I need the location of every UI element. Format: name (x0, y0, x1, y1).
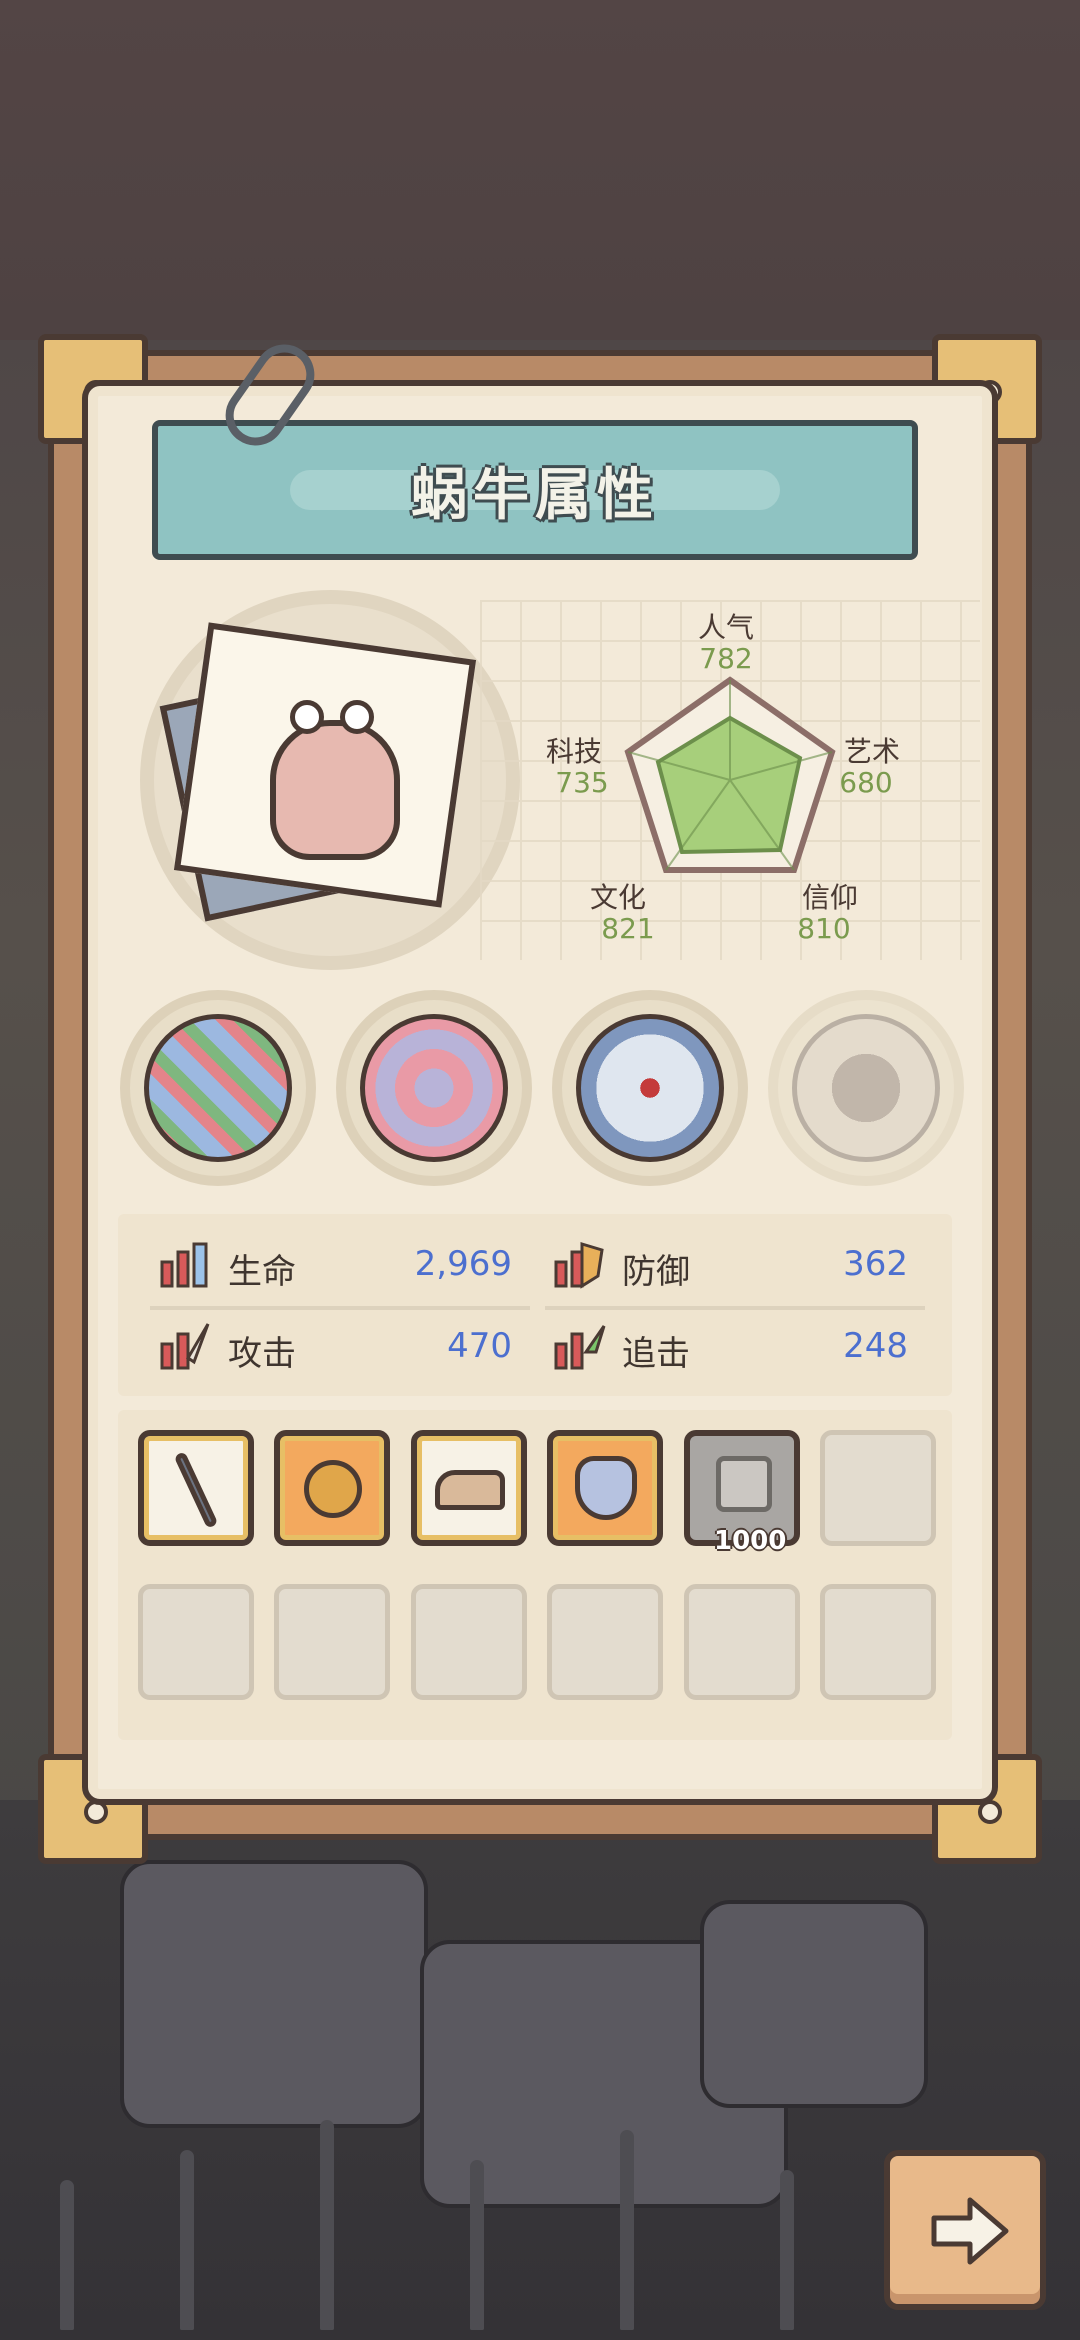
compass-icon (576, 1014, 724, 1162)
stat-label-hp: 生命 (228, 1252, 296, 1292)
background-top (0, 0, 1080, 340)
ice-skate-icon (435, 1470, 505, 1510)
pursuit-icon (554, 1325, 606, 1370)
scroll-icon (716, 1456, 772, 1512)
snail-eye-icon (340, 700, 374, 734)
ring-icon (304, 1460, 362, 1518)
snail-avatar-icon (270, 720, 400, 860)
radar-label-popularity: 人气 (697, 611, 754, 644)
equipment-slot-empty[interactable] (820, 1430, 936, 1546)
radar-value-art: 680 (839, 766, 893, 799)
chained-orb-icon (792, 1014, 940, 1162)
stat-label-defense: 防御 (622, 1252, 690, 1292)
skill-slot-shell[interactable] (336, 990, 532, 1186)
grass (470, 2160, 484, 2330)
next-button[interactable] (884, 2150, 1046, 2310)
crowbar-icon (173, 1451, 219, 1529)
shell-icon (360, 1014, 508, 1162)
defense-shield-icon (554, 1241, 604, 1289)
stat-value-defense: 362 (843, 1244, 908, 1284)
radar-label-faith: 信仰 (801, 881, 858, 914)
grass (620, 2130, 634, 2330)
grass (320, 2120, 334, 2330)
skill-slot-locked[interactable] (768, 990, 964, 1186)
stat-value-attack: 470 (447, 1326, 512, 1366)
snail-eye-icon (290, 700, 324, 734)
stat-value-pursuit: 248 (843, 1326, 908, 1366)
item-count: 1000 (714, 1526, 787, 1556)
skill-slot-compass[interactable] (552, 990, 748, 1186)
stat-label-attack: 攻击 (228, 1334, 296, 1374)
radar-value-culture: 821 (601, 912, 655, 945)
stats-divider (150, 1306, 530, 1310)
crystal-wing-icon (575, 1456, 637, 1520)
radar-value-faith: 810 (797, 912, 851, 945)
panel-title: 蜗牛属性 (411, 463, 659, 528)
radar-label-art: 艺术 (843, 735, 900, 768)
equipment-slot-empty[interactable] (547, 1584, 663, 1700)
stats-divider (545, 1306, 925, 1310)
grass (60, 2180, 74, 2330)
equipment-slot[interactable] (274, 1430, 390, 1546)
equipment-slot-empty[interactable] (820, 1584, 936, 1700)
equipment-slot-empty[interactable] (274, 1584, 390, 1700)
radar-value-popularity: 782 (699, 642, 753, 675)
radar-label-tech: 科技 (545, 735, 602, 768)
radar-value-tech: 735 (555, 766, 609, 799)
rock (120, 1860, 428, 2128)
equipment-slot[interactable] (138, 1430, 254, 1546)
stat-value-hp: 2,969 (414, 1244, 512, 1284)
equipment-slot-empty[interactable] (684, 1584, 800, 1700)
radar-label-culture: 文化 (589, 881, 646, 914)
equipment-slot-empty[interactable] (411, 1584, 527, 1700)
grass (780, 2170, 794, 2330)
dna-icon (144, 1014, 292, 1162)
rock (700, 1900, 928, 2108)
attack-sword-icon (160, 1323, 210, 1370)
stat-label-pursuit: 追击 (622, 1334, 690, 1374)
equipment-slot[interactable] (547, 1430, 663, 1546)
arrow-right-icon (931, 2197, 1009, 2265)
health-potion-icon (160, 1242, 208, 1288)
equipment-slot-empty[interactable] (138, 1584, 254, 1700)
equipment-slot[interactable] (411, 1430, 527, 1546)
grass (180, 2150, 194, 2330)
skill-slot-gene[interactable] (120, 990, 316, 1186)
